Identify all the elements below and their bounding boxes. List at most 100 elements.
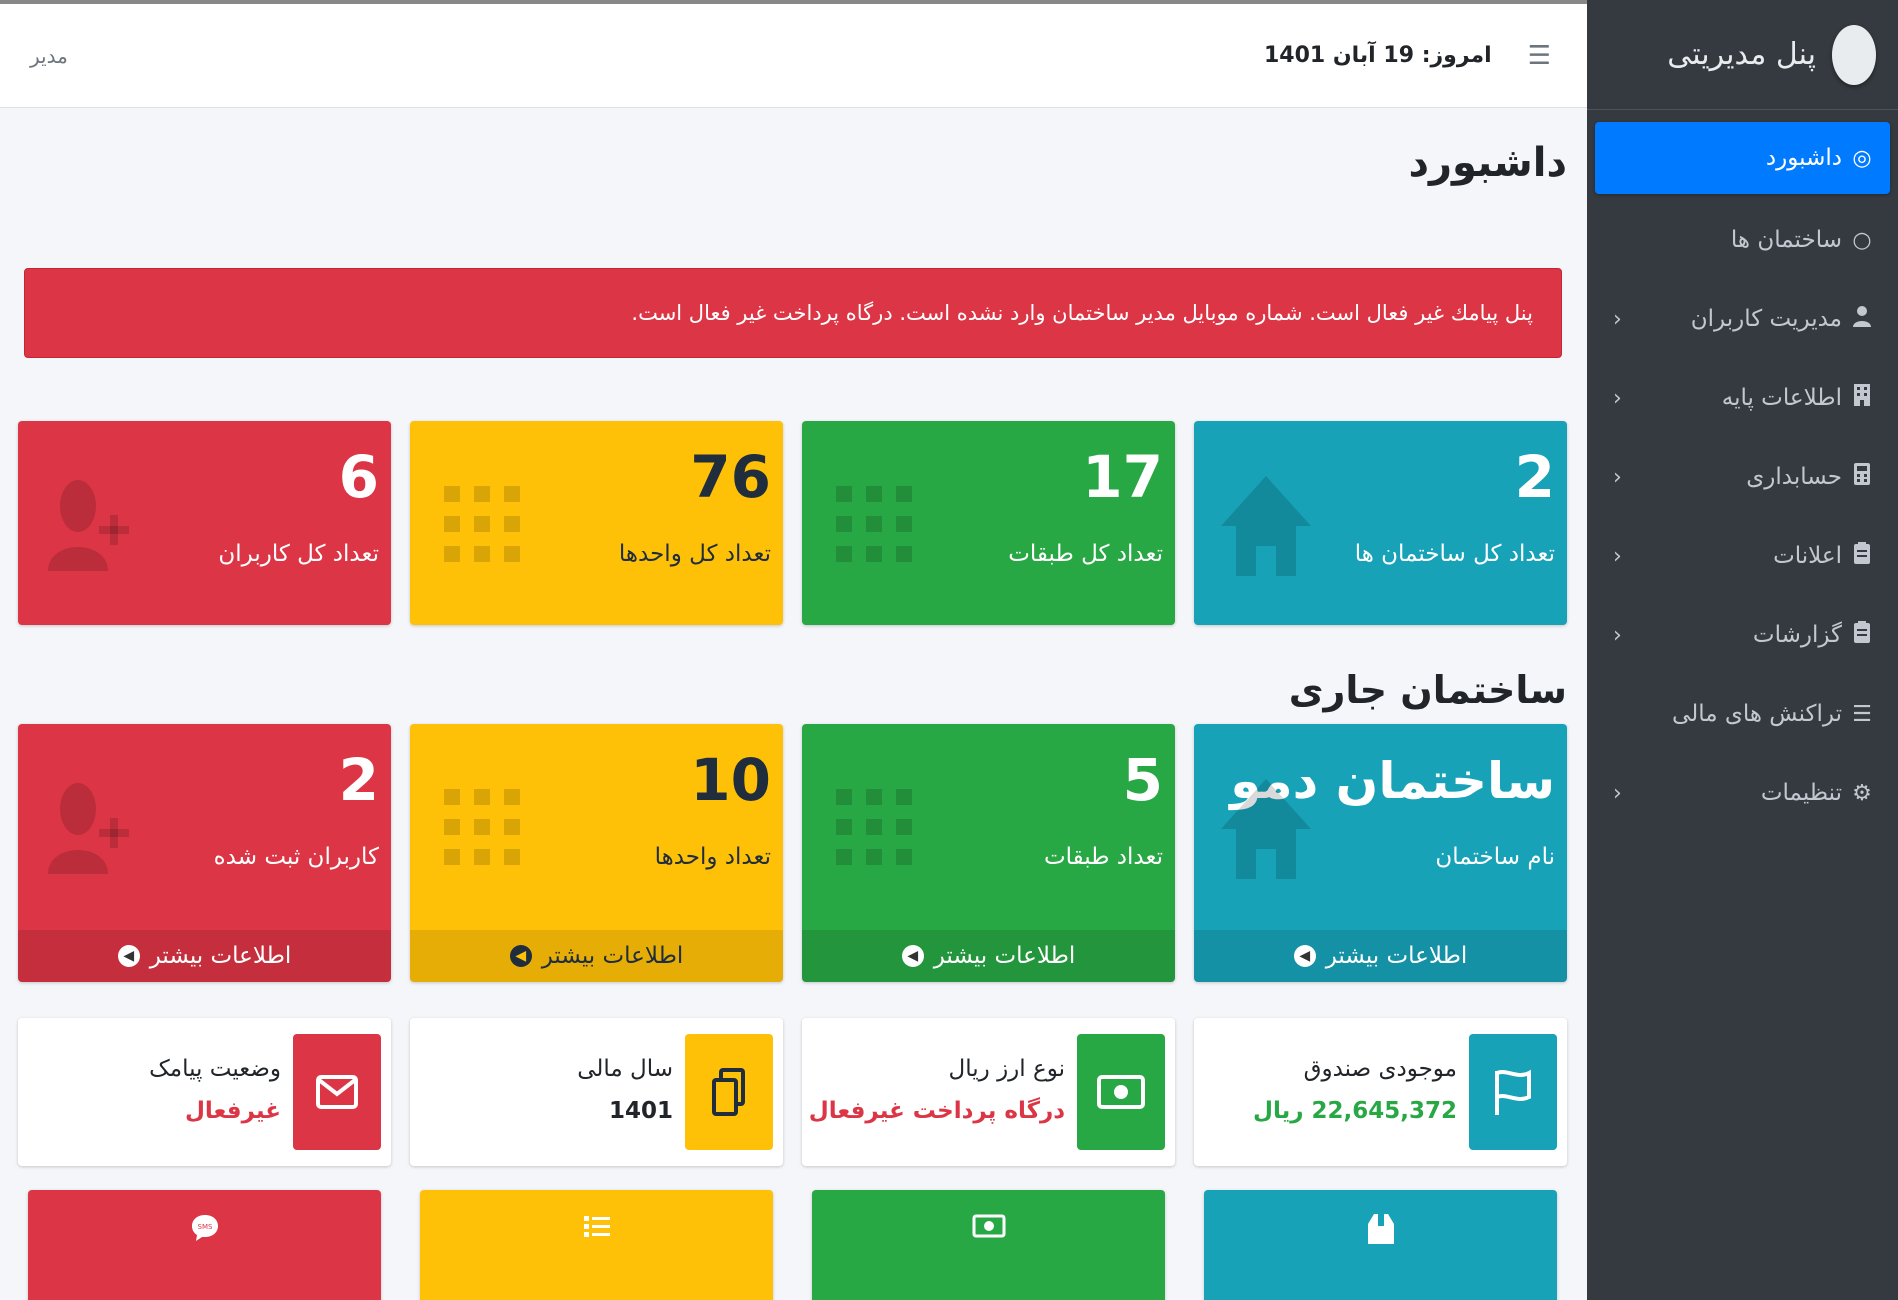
current-box-units: 10 تعداد واحدها اطلاعات بیشتر ◀ — [410, 724, 783, 982]
current-label: کاربران ثبت شده — [213, 844, 379, 870]
user-icon — [1850, 305, 1874, 333]
current-box-users: 2 کاربران ثبت شده اطلاعات بیشتر ◀ — [18, 724, 391, 982]
arrow-left-circle-icon: ◀ — [509, 945, 532, 967]
clipboard-icon — [1850, 541, 1874, 571]
current-building-title: ساختمان جاری — [1288, 668, 1567, 712]
info-box-sms: وضعیت پیامک غیرفعال — [18, 1018, 391, 1166]
user-menu[interactable]: مدیر — [30, 44, 68, 68]
sms-icon: SMS — [191, 1215, 218, 1241]
circle-icon: ○ — [1852, 227, 1872, 253]
home-icon — [1221, 476, 1311, 576]
stat-box-floors: 17 تعداد کل طبقات — [802, 421, 1175, 625]
stat-label: تعداد کل طبقات — [1008, 541, 1163, 567]
chevron-left-icon: ‹ — [1613, 464, 1622, 490]
sidebar-item-label: مدیریت کاربران — [1690, 306, 1842, 332]
info-value: 22,645,372 ریال — [1253, 1098, 1457, 1124]
sidebar-item-notifications[interactable]: اعلانات ‹ — [1595, 523, 1890, 589]
sidebar-item-base-info[interactable]: اطلاعات پایه ‹ — [1595, 365, 1890, 431]
stat-label: تعداد کل ساختمان ها — [1354, 541, 1555, 567]
current-label: تعداد واحدها — [654, 844, 771, 870]
grid-icon — [444, 789, 520, 865]
today-date: امروز: 19 آبان 1401 — [1264, 43, 1492, 68]
more-info-link[interactable]: اطلاعات بیشتر ◀ — [802, 930, 1175, 982]
tile-money[interactable] — [812, 1190, 1165, 1300]
arrow-left-circle-icon: ◀ — [117, 945, 140, 967]
info-value: 1401 — [608, 1098, 673, 1124]
chevron-left-icon: ‹ — [1613, 306, 1622, 332]
sidebar-item-reports[interactable]: گزارشات ‹ — [1595, 602, 1890, 668]
arrow-left-circle-icon: ◀ — [1293, 945, 1316, 967]
tile-list[interactable] — [420, 1190, 773, 1300]
calculator-icon — [1850, 462, 1874, 492]
user-plus-icon — [48, 480, 129, 571]
brand-text: پنل مدیریتی — [1667, 37, 1816, 72]
stat-box-users: 6 تعداد کل کاربران — [18, 421, 391, 625]
info-title: موجودی صندوق — [1303, 1056, 1457, 1082]
current-value: 10 — [690, 746, 771, 814]
chevron-left-icon: ‹ — [1613, 543, 1622, 569]
sidebar-item-label: اعلانات — [1773, 543, 1842, 569]
sidebar-item-buildings[interactable]: ○ ساختمان ها — [1595, 207, 1890, 273]
dashboard-icon: ◎ — [1852, 145, 1872, 171]
more-info-label: اطلاعات بیشتر — [541, 943, 684, 969]
copy-icon — [685, 1034, 773, 1150]
sidebar-item-dashboard[interactable]: ◎ داشبورد — [1595, 122, 1890, 194]
brand-link[interactable]: پنل مدیریتی — [1587, 0, 1898, 110]
menu-toggle-icon[interactable]: ☰ — [1528, 41, 1551, 71]
sidebar-item-label: تراکنش های مالی — [1672, 701, 1842, 727]
stat-value: 76 — [690, 443, 771, 511]
alert-banner: پنل پیامك غیر فعال است. شماره موبایل مدی… — [24, 268, 1562, 358]
sidebar-item-label: حسابداری — [1746, 464, 1842, 490]
current-box-floors: 5 تعداد طبقات اطلاعات بیشتر ◀ — [802, 724, 1175, 982]
brand-logo — [1832, 24, 1876, 85]
info-box-currency: نوع ارز ریال درگاه پرداخت غیرفعال — [802, 1018, 1175, 1166]
envelope-icon — [293, 1034, 381, 1150]
building-icon — [1850, 383, 1874, 413]
stat-value: 2 — [1514, 443, 1555, 511]
more-info-label: اطلاعات بیشتر — [149, 943, 292, 969]
sidebar-nav: ◎ داشبورد ○ ساختمان ها مدیریت کاربران ‹ … — [1587, 110, 1898, 851]
more-info-link[interactable]: اطلاعات بیشتر ◀ — [1194, 930, 1567, 982]
more-info-link[interactable]: اطلاعات بیشتر ◀ — [410, 930, 783, 982]
sidebar-item-label: گزارشات — [1752, 622, 1842, 648]
list-icon: ☰ — [1852, 701, 1872, 727]
sidebar-item-transactions[interactable]: ☰ تراکنش های مالی — [1595, 681, 1890, 747]
list-icon — [583, 1216, 610, 1237]
chevron-left-icon: ‹ — [1613, 780, 1622, 806]
info-value: درگاه پرداخت غیرفعال — [808, 1098, 1065, 1124]
stat-value: 6 — [338, 443, 379, 511]
arrow-left-circle-icon: ◀ — [901, 945, 924, 967]
stat-value: 17 — [1082, 443, 1163, 511]
info-box-cash: موجودی صندوق 22,645,372 ریال — [1194, 1018, 1567, 1166]
more-info-label: اطلاعات بیشتر — [933, 943, 1076, 969]
tile-sms[interactable]: SMS — [28, 1190, 381, 1300]
money-icon — [1077, 1034, 1165, 1150]
today-label: امروز: — [1421, 43, 1492, 68]
more-info-link[interactable]: اطلاعات بیشتر ◀ — [18, 930, 391, 982]
sidebar-item-user-management[interactable]: مدیریت کاربران ‹ — [1595, 286, 1890, 352]
current-label: نام ساختمان — [1435, 844, 1555, 870]
sidebar-item-accounting[interactable]: حسابداری ‹ — [1595, 444, 1890, 510]
sidebar-item-settings[interactable]: ⚙ تنظیمات ‹ — [1595, 760, 1890, 826]
sidebar-item-label: تنظیمات — [1760, 780, 1842, 806]
today-value: 19 آبان 1401 — [1263, 43, 1415, 68]
grid-icon — [444, 486, 520, 562]
more-info-label: اطلاعات بیشتر — [1325, 943, 1468, 969]
info-title: سال مالی — [577, 1056, 673, 1082]
info-title: نوع ارز ریال — [948, 1056, 1065, 1082]
info-box-fiscal-year: سال مالی 1401 — [410, 1018, 783, 1166]
stat-box-units: 76 تعداد کل واحدها — [410, 421, 783, 625]
box-icon — [1367, 1214, 1394, 1244]
tile-box[interactable] — [1204, 1190, 1557, 1300]
info-title: وضعیت پیامک — [149, 1056, 281, 1082]
grid-icon — [836, 486, 912, 562]
current-value: 5 — [1122, 746, 1163, 814]
chevron-left-icon: ‹ — [1613, 385, 1622, 411]
current-label: تعداد طبقات — [1043, 844, 1163, 870]
flag-icon — [1469, 1034, 1557, 1150]
current-value: 2 — [338, 746, 379, 814]
stat-label: تعداد کل کاربران — [218, 541, 379, 567]
sidebar: پنل مدیریتی ◎ داشبورد ○ ساختمان ها مدیری… — [1587, 0, 1898, 1300]
svg-text:SMS: SMS — [197, 1223, 212, 1231]
page-title: داشبورد — [1408, 140, 1567, 186]
